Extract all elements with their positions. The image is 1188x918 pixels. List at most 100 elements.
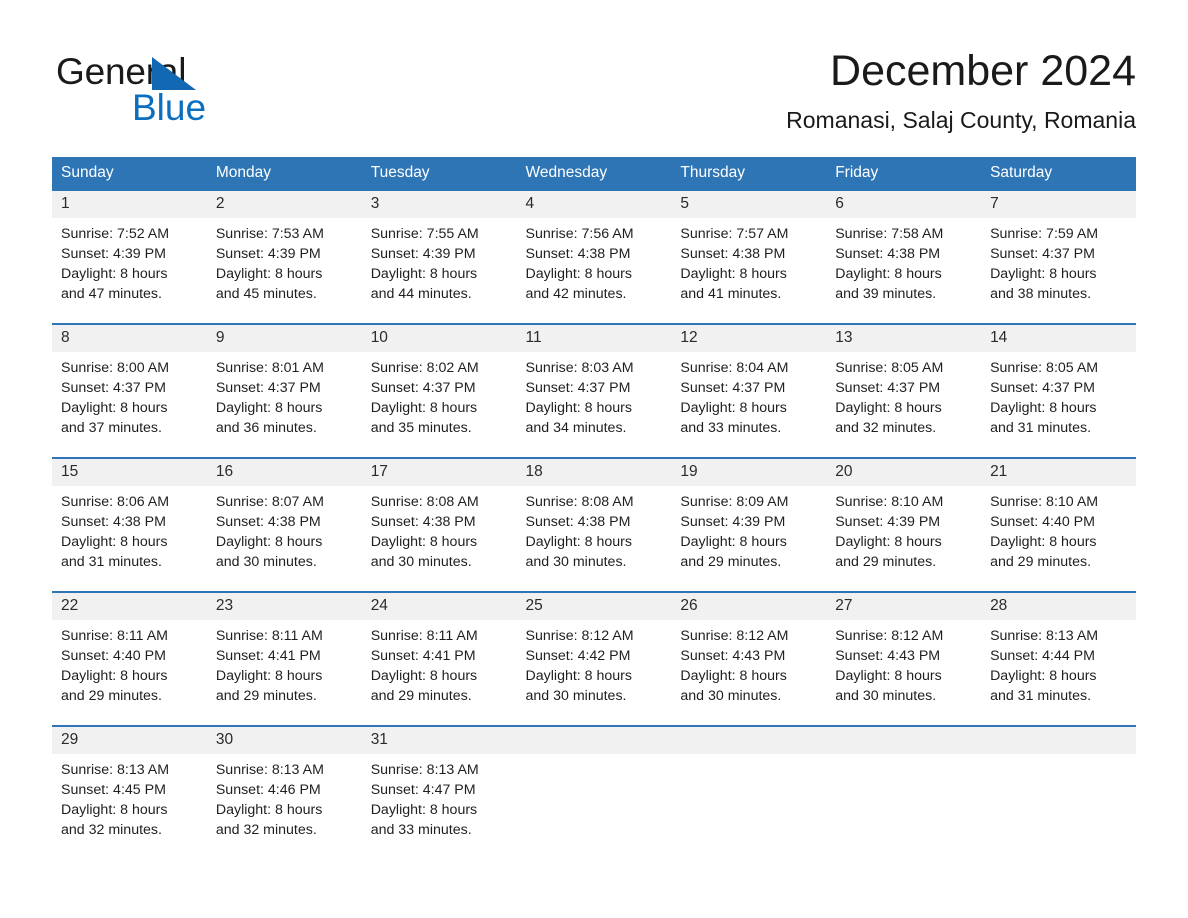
day-number-cell[interactable]: 6	[826, 189, 982, 218]
week-separator	[52, 576, 1136, 592]
day-number-cell[interactable]: 1	[52, 189, 207, 218]
daylight-text-line1: Daylight: 8 hours	[370, 668, 478, 684]
daylight-text-line2: and 29 minutes.	[990, 554, 1092, 570]
daylight-text-line1: Daylight: 8 hours	[215, 802, 323, 818]
logo-triangle-icon	[152, 57, 196, 90]
sunset-text: Sunset: 4:37 PM	[990, 380, 1095, 396]
sunrise-text: Sunrise: 8:10 AM	[835, 494, 944, 510]
day-number-cell[interactable]: 12	[671, 323, 827, 352]
sunrise-sunset-calendar-table: Sunday Monday Tuesday Wednesday Thursday…	[52, 157, 1136, 844]
sunset-text: Sunset: 4:41 PM	[370, 648, 476, 664]
sunrise-text: Sunrise: 8:00 AM	[61, 360, 170, 376]
day-detail-cell: Sunrise: 8:04 AM Sunset: 4:37 PM Dayligh…	[671, 352, 827, 442]
sunrise-text: Sunrise: 7:56 AM	[525, 226, 634, 242]
sunrise-text: Sunrise: 8:11 AM	[215, 628, 323, 644]
day-number-cell[interactable]: 15	[52, 457, 207, 486]
day-detail-cell: Sunrise: 8:12 AM Sunset: 4:42 PM Dayligh…	[516, 620, 672, 710]
day-detail-cell: Sunrise: 7:59 AM Sunset: 4:37 PM Dayligh…	[981, 218, 1136, 308]
sunset-text: Sunset: 4:39 PM	[370, 246, 476, 262]
sunrise-text: Sunrise: 8:13 AM	[61, 762, 170, 778]
day-detail-cell-empty	[826, 754, 982, 844]
day-number-cell[interactable]: 29	[52, 725, 207, 754]
day-detail-cell: Sunrise: 7:52 AM Sunset: 4:39 PM Dayligh…	[52, 218, 207, 308]
day-number-cell[interactable]: 31	[361, 725, 517, 754]
week-separator	[52, 710, 1136, 726]
day-number-cell[interactable]: 14	[981, 323, 1136, 352]
day-number-cell[interactable]: 28	[981, 591, 1136, 620]
day-number-cell[interactable]: 18	[516, 457, 672, 486]
week-5-detail-row: Sunrise: 8:13 AM Sunset: 4:45 PM Dayligh…	[52, 754, 1136, 844]
day-number-cell[interactable]: 5	[671, 189, 827, 218]
weekday-header-friday: Friday	[826, 157, 982, 190]
daylight-text-line2: and 31 minutes.	[990, 420, 1092, 436]
day-number-cell[interactable]: 22	[52, 591, 207, 620]
day-number-cell[interactable]: 13	[826, 323, 982, 352]
sunrise-text: Sunrise: 7:52 AM	[61, 226, 170, 242]
day-number-cell[interactable]: 27	[826, 591, 982, 620]
sunset-text: Sunset: 4:41 PM	[215, 648, 321, 664]
sunrise-text: Sunrise: 8:12 AM	[525, 628, 634, 644]
week-separator-cell	[52, 576, 1136, 592]
daylight-text-line2: and 29 minutes.	[835, 554, 937, 570]
weekday-header-sunday: Sunday	[52, 157, 207, 190]
day-detail-cell: Sunrise: 8:11 AM Sunset: 4:41 PM Dayligh…	[206, 620, 362, 710]
daylight-text-line1: Daylight: 8 hours	[990, 668, 1097, 684]
daylight-text-line2: and 35 minutes.	[370, 420, 472, 436]
day-detail-cell: Sunrise: 8:11 AM Sunset: 4:41 PM Dayligh…	[361, 620, 517, 710]
sunset-text: Sunset: 4:42 PM	[525, 648, 631, 664]
sunrise-text: Sunrise: 7:53 AM	[215, 226, 324, 242]
sunset-text: Sunset: 4:37 PM	[370, 380, 476, 396]
day-detail-cell: Sunrise: 7:56 AM Sunset: 4:38 PM Dayligh…	[516, 218, 672, 308]
daylight-text-line2: and 36 minutes.	[215, 420, 317, 436]
day-number-cell[interactable]: 11	[516, 323, 672, 352]
daylight-text-line1: Daylight: 8 hours	[525, 534, 632, 550]
day-detail-cell-empty	[981, 754, 1136, 844]
day-number-cell[interactable]: 20	[826, 457, 982, 486]
daylight-text-line2: and 37 minutes.	[61, 420, 162, 436]
logo-text-blue: Blue	[132, 87, 207, 128]
sunrise-text: Sunrise: 8:10 AM	[990, 494, 1099, 510]
day-number-cell[interactable]: 21	[981, 457, 1136, 486]
day-number-cell[interactable]: 10	[361, 323, 517, 352]
sunrise-text: Sunrise: 8:08 AM	[525, 494, 634, 510]
daylight-text-line2: and 32 minutes.	[61, 822, 162, 838]
day-detail-cell: Sunrise: 7:57 AM Sunset: 4:38 PM Dayligh…	[671, 218, 827, 308]
daylight-text-line1: Daylight: 8 hours	[680, 668, 787, 684]
day-number-cell[interactable]: 30	[206, 725, 362, 754]
day-number-cell[interactable]: 26	[671, 591, 827, 620]
generalblue-logo[interactable]: General Blue	[56, 52, 296, 128]
sunrise-text: Sunrise: 8:02 AM	[370, 360, 479, 376]
sunset-text: Sunset: 4:40 PM	[990, 514, 1095, 530]
daylight-text-line2: and 32 minutes.	[835, 420, 937, 436]
daylight-text-line1: Daylight: 8 hours	[370, 266, 478, 282]
day-detail-cell: Sunrise: 8:13 AM Sunset: 4:47 PM Dayligh…	[361, 754, 517, 844]
day-number-cell[interactable]: 24	[361, 591, 517, 620]
day-number-cell[interactable]: 4	[516, 189, 672, 218]
day-number-cell[interactable]: 17	[361, 457, 517, 486]
day-number-cell[interactable]: 23	[206, 591, 362, 620]
sunrise-text: Sunrise: 8:01 AM	[215, 360, 324, 376]
day-number-cell[interactable]: 3	[361, 189, 517, 218]
daylight-text-line2: and 47 minutes.	[61, 286, 162, 302]
sunrise-text: Sunrise: 8:11 AM	[370, 628, 478, 644]
sunset-text: Sunset: 4:40 PM	[61, 648, 166, 664]
sunrise-text: Sunrise: 8:04 AM	[680, 360, 789, 376]
day-detail-cell: Sunrise: 7:53 AM Sunset: 4:39 PM Dayligh…	[206, 218, 362, 308]
day-number-cell[interactable]: 7	[981, 189, 1136, 218]
day-number-cell[interactable]: 16	[206, 457, 362, 486]
sunset-text: Sunset: 4:37 PM	[215, 380, 321, 396]
day-detail-cell-empty	[671, 754, 827, 844]
week-separator-cell	[52, 710, 1136, 726]
daylight-text-line2: and 30 minutes.	[525, 554, 627, 570]
day-number-cell[interactable]: 2	[206, 189, 362, 218]
day-number-cell[interactable]: 25	[516, 591, 672, 620]
day-number-cell[interactable]: 9	[206, 323, 362, 352]
daylight-text-line1: Daylight: 8 hours	[215, 668, 323, 684]
daylight-text-line1: Daylight: 8 hours	[61, 534, 168, 550]
day-number-cell[interactable]: 8	[52, 323, 207, 352]
daylight-text-line2: and 30 minutes.	[680, 688, 782, 704]
week-separator	[52, 442, 1136, 458]
sunset-text: Sunset: 4:37 PM	[680, 380, 786, 396]
sunset-text: Sunset: 4:39 PM	[215, 246, 321, 262]
day-number-cell[interactable]: 19	[671, 457, 827, 486]
